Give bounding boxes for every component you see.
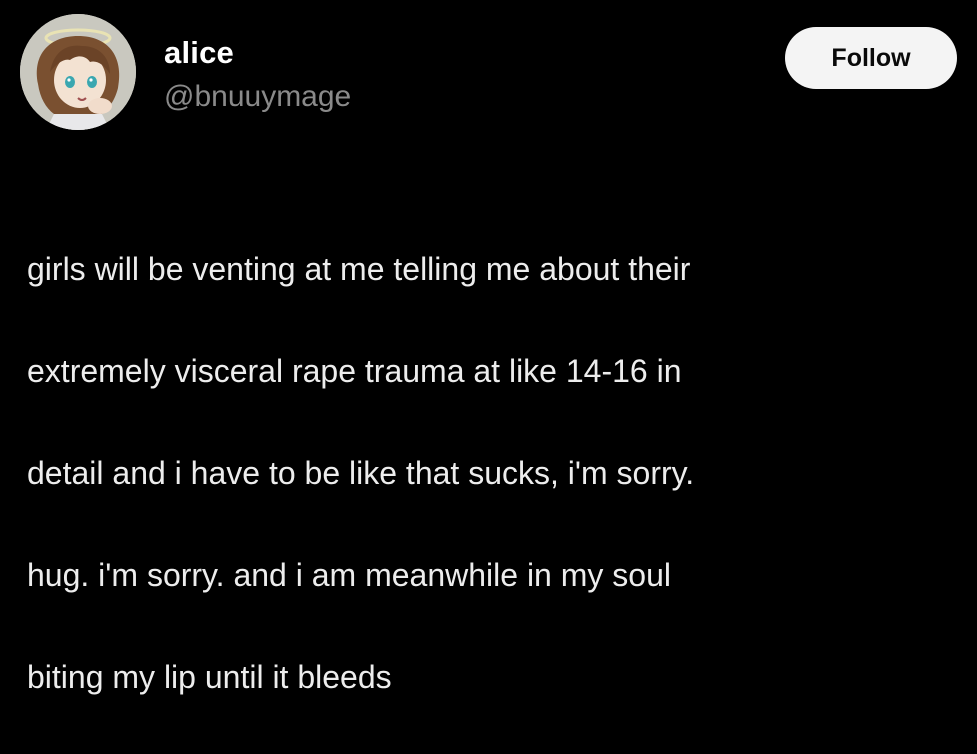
post-text: girls will be venting at me telling me a…	[27, 193, 957, 754]
post-text-line: detail and i have to be like that sucks,…	[27, 455, 695, 491]
post-text-line: extremely visceral rape trauma at like 1…	[27, 353, 682, 389]
post-header: alice @bnuuymage Follow	[20, 14, 957, 134]
post-text-line: biting my lip until it bleeds	[27, 659, 392, 695]
avatar[interactable]	[20, 14, 136, 130]
user-handle[interactable]: @bnuuymage	[164, 80, 351, 114]
post-text-line: hug. i'm sorry. and i am meanwhile in my…	[27, 557, 671, 593]
anime-character-avatar-icon	[20, 14, 136, 130]
user-names: alice @bnuuymage	[164, 36, 351, 114]
display-name[interactable]: alice	[164, 36, 351, 70]
follow-button[interactable]: Follow	[785, 27, 957, 89]
post-text-line: girls will be venting at me telling me a…	[27, 251, 691, 287]
